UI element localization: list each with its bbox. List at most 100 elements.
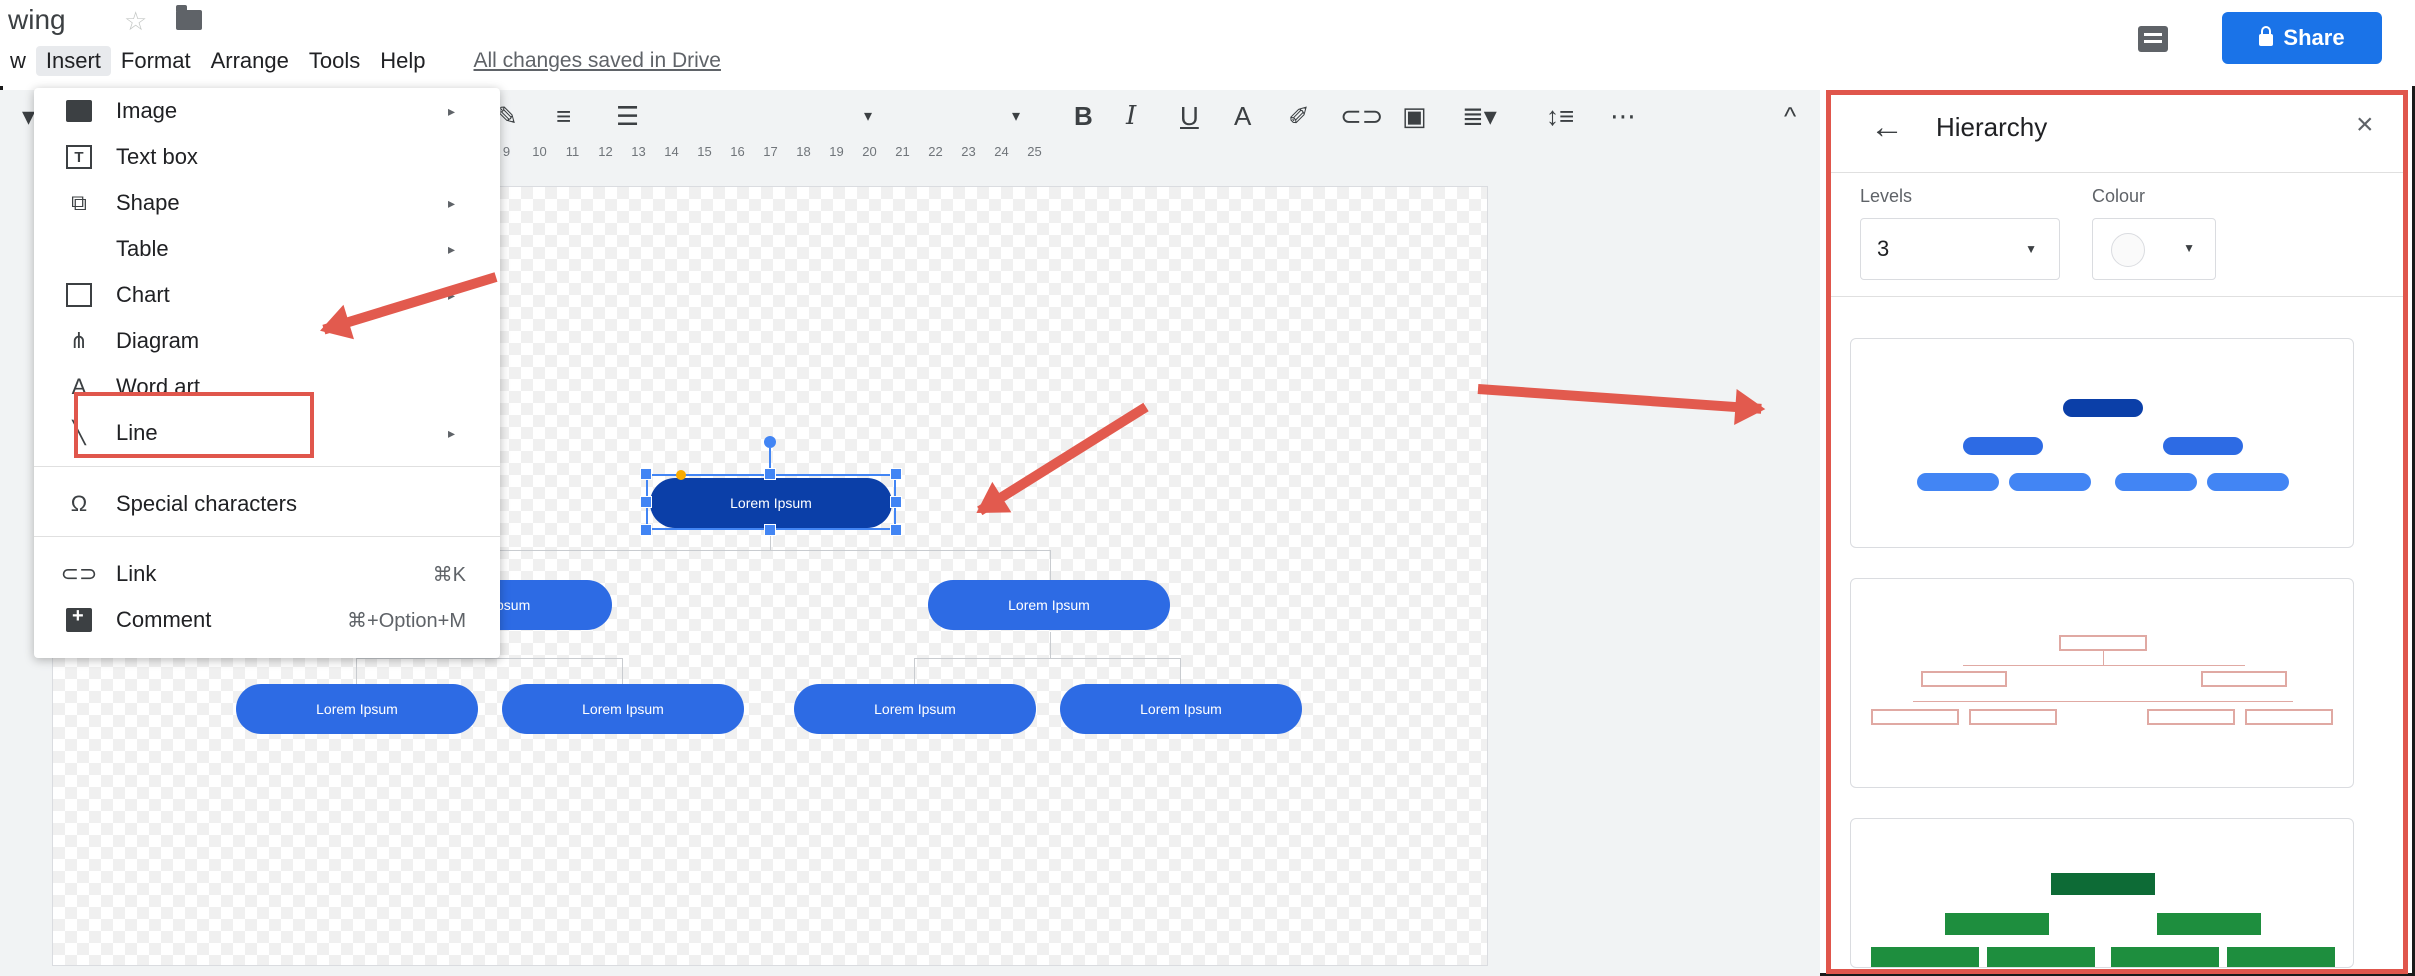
line-dash-icon[interactable]: ☰ (616, 96, 639, 136)
resize-handle[interactable] (640, 496, 652, 508)
align-icon[interactable]: ≣▾ (1462, 96, 1497, 136)
resize-handle[interactable] (890, 468, 902, 480)
template-node (1921, 671, 2007, 687)
resize-handle[interactable] (640, 468, 652, 480)
italic-button[interactable]: I (1126, 96, 1136, 136)
template-node (1969, 709, 2057, 725)
comments-icon[interactable] (2138, 26, 2168, 52)
resize-handle[interactable] (640, 524, 652, 536)
diagram-level3-node[interactable]: Lorem Ipsum (502, 684, 744, 734)
ruler-tick: 11 (565, 144, 580, 159)
menu-format[interactable]: Format (111, 48, 201, 74)
hierarchy-template-card[interactable] (1850, 818, 2354, 968)
resize-handle[interactable] (764, 468, 776, 480)
chevron-down-icon: ▼ (2183, 241, 2195, 255)
underline-button[interactable]: U (1180, 96, 1199, 136)
template-node (2051, 873, 2155, 895)
highlight-icon[interactable]: ✐ (1288, 96, 1310, 136)
close-icon[interactable]: × (2356, 108, 2374, 142)
collapse-toolbar-button[interactable]: ^ (1784, 96, 1796, 136)
resize-handle[interactable] (764, 524, 776, 536)
menu-arrange[interactable]: Arrange (201, 48, 299, 74)
bold-button[interactable]: B (1074, 96, 1093, 136)
back-arrow-icon[interactable]: ← (1870, 108, 1904, 147)
text-color-button[interactable]: A (1234, 96, 1251, 136)
diagram-level3-node[interactable]: Lorem Ipsum (236, 684, 478, 734)
shape-adjust-handle[interactable] (676, 470, 686, 480)
resize-handle[interactable] (890, 496, 902, 508)
menu-item-shape[interactable]: ⧉ Shape ▸ (34, 183, 500, 223)
template-node (2245, 709, 2333, 725)
size-dropdown-icon[interactable]: ▾ (1012, 96, 1020, 136)
rotation-handle[interactable] (764, 436, 776, 448)
comment-toolbar-icon[interactable]: ▣ (1402, 96, 1427, 136)
template-line (1963, 665, 2245, 666)
menu-divider (34, 466, 500, 467)
font-dropdown-icon[interactable]: ▾ (864, 96, 872, 136)
hierarchy-template-card[interactable] (1850, 338, 2354, 548)
share-label: Share (2283, 25, 2345, 50)
template-node (1945, 913, 2049, 935)
menu-item-link[interactable]: ⊂⊃ Link ⌘K (34, 554, 500, 594)
menu-help[interactable]: Help (370, 48, 435, 74)
connector-line (356, 658, 622, 659)
template-node (1963, 437, 2043, 455)
submenu-arrow-icon: ▸ (448, 424, 456, 441)
levels-select[interactable]: 3 ▼ (1860, 218, 2060, 280)
line-spacing-icon[interactable]: ↕≡ (1546, 96, 1574, 136)
menu-item-label: Shape (116, 190, 180, 215)
share-button[interactable]: Share (2222, 12, 2382, 64)
connector-line (1050, 550, 1051, 584)
ruler-tick: 23 (961, 144, 976, 159)
omega-icon: Ω (70, 491, 88, 516)
resize-handle[interactable] (890, 524, 902, 536)
ruler-tick: 24 (994, 144, 1009, 159)
link-toolbar-icon[interactable]: ⊂⊃ (1340, 96, 1384, 136)
menu-item-text-box[interactable]: T Text box (34, 137, 500, 177)
menu-item-comment[interactable]: Comment ⌘+Option+M (34, 600, 500, 640)
ruler-tick: 14 (664, 144, 679, 159)
ruler-tick: 15 (697, 144, 712, 159)
hierarchy-template-card[interactable] (1850, 578, 2354, 788)
connector-line (1180, 658, 1181, 686)
diagram-level2-node[interactable]: Lorem Ipsum (928, 580, 1170, 630)
menu-insert[interactable]: Insert (35, 46, 111, 76)
star-icon[interactable]: ☆ (124, 6, 147, 37)
template-node (1871, 947, 1979, 967)
colour-label: Colour (2092, 186, 2146, 206)
template-node (2147, 709, 2235, 725)
document-title[interactable]: wing (8, 4, 66, 36)
panel-title: Hierarchy (1936, 112, 2048, 142)
menu-tools[interactable]: Tools (299, 48, 370, 74)
ruler-tick: 25 (1027, 144, 1042, 159)
menu-item-label: Chart (116, 282, 170, 307)
colour-select[interactable]: ▼ (2092, 218, 2216, 280)
connector-line (356, 658, 357, 686)
menu-item-image[interactable]: Image ▸ (34, 91, 500, 131)
template-node (2059, 635, 2147, 651)
connector-line (464, 550, 1050, 551)
save-status[interactable]: All changes saved in Drive (464, 49, 731, 73)
ruler-tick: 12 (598, 144, 613, 159)
levels-label: Levels (1860, 186, 1913, 206)
menu-bar: w Insert Format Arrange Tools Help All c… (0, 44, 731, 78)
line-weight-icon[interactable]: ≡ (556, 96, 571, 136)
panel-divider (1830, 172, 2404, 173)
menu-item-special-characters[interactable]: Ω Special characters (34, 484, 500, 524)
menu-item-diagram[interactable]: ⋔ Diagram (34, 321, 500, 361)
diagram-level3-node[interactable]: Lorem Ipsum (794, 684, 1036, 734)
folder-icon[interactable] (176, 5, 202, 30)
connector-line (622, 658, 623, 686)
menu-item-label: Image (116, 98, 178, 123)
diagram-highlight-box (74, 392, 314, 458)
chart-icon (64, 280, 94, 310)
more-options-button[interactable]: ⋯ (1610, 96, 1636, 136)
menu-item-table[interactable]: Table ▸ (34, 229, 500, 269)
image-icon (64, 96, 94, 126)
menu-view[interactable]: w (0, 48, 36, 74)
lock-icon (2259, 26, 2274, 46)
submenu-arrow-icon: ▸ (448, 194, 456, 211)
template-node (2063, 399, 2143, 417)
ruler-tick: 22 (928, 144, 943, 159)
diagram-level3-node[interactable]: Lorem Ipsum (1060, 684, 1302, 734)
